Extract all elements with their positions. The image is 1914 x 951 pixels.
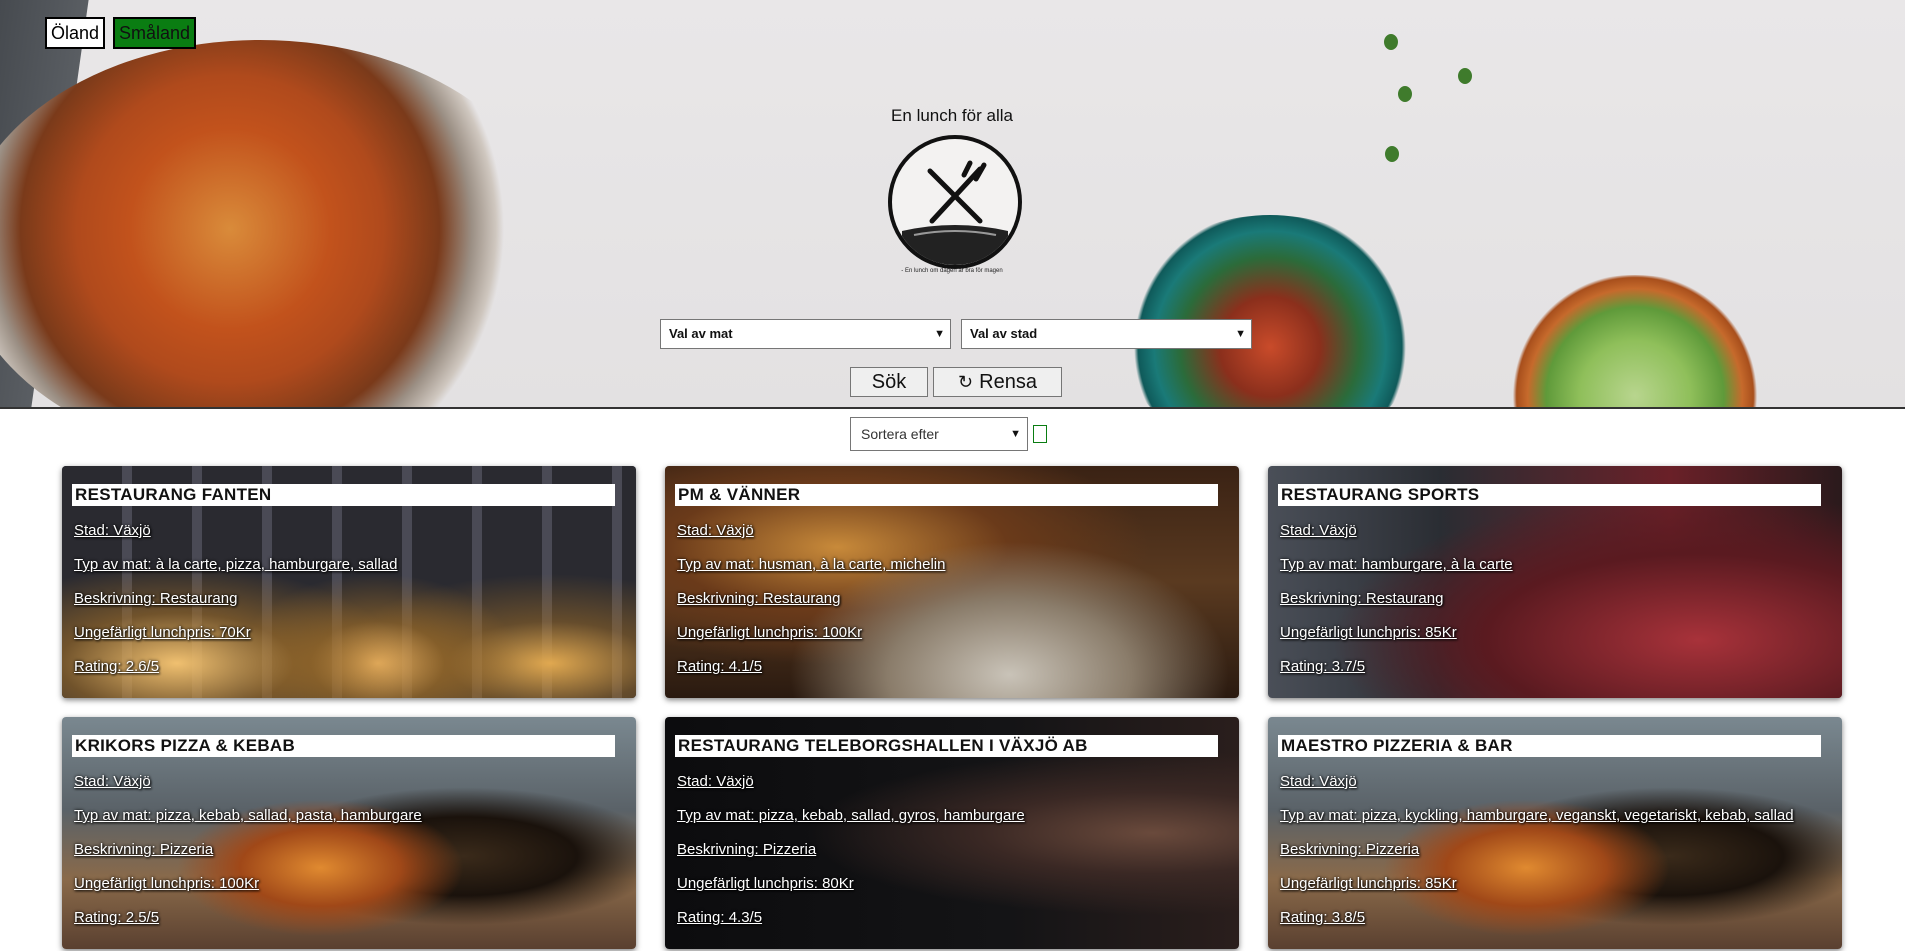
restaurant-name: PM & VÄNNER — [675, 484, 1218, 506]
hero-food-plate — [0, 40, 560, 407]
restaurant-food-link[interactable]: Typ av mat: hamburgare, à la carte — [1280, 556, 1513, 573]
logo-knife-fork-icon — [888, 135, 1022, 269]
restaurant-price-link[interactable]: Ungefärligt lunchpris: 80Kr — [677, 875, 854, 892]
restaurant-name: RESTAURANG SPORTS — [1278, 484, 1821, 506]
restaurant-description-link[interactable]: Beskrivning: Restaurang — [1280, 590, 1443, 607]
restaurant-rating-link[interactable]: Rating: 3.7/5 — [1280, 658, 1365, 675]
sort-order-checkbox[interactable] — [1033, 425, 1047, 443]
restaurant-rating-link[interactable]: Rating: 2.6/5 — [74, 658, 159, 675]
restaurant-description-link[interactable]: Beskrivning: Restaurang — [677, 590, 840, 607]
restaurant-card[interactable]: RESTAURANG SPORTS Stad: Växjö Typ av mat… — [1268, 466, 1842, 698]
restaurant-card[interactable]: RESTAURANG FANTEN Stad: Växjö Typ av mat… — [62, 466, 636, 698]
refresh-icon: ↻ — [958, 372, 974, 392]
restaurant-card[interactable]: MAESTRO PIZZERIA & BAR Stad: Växjö Typ a… — [1268, 717, 1842, 949]
restaurant-food-link[interactable]: Typ av mat: pizza, kebab, sallad, gyros,… — [677, 807, 1025, 824]
restaurant-card[interactable]: RESTAURANG TELEBORGSHALLEN I VÄXJÖ AB St… — [665, 717, 1239, 949]
restaurant-city-link[interactable]: Stad: Växjö — [1280, 522, 1357, 539]
restaurant-description-link[interactable]: Beskrivning: Pizzeria — [74, 841, 213, 858]
restaurant-name: RESTAURANG FANTEN — [72, 484, 615, 506]
chevron-down-icon: ▼ — [1235, 328, 1246, 340]
restaurant-rating-link[interactable]: Rating: 3.8/5 — [1280, 909, 1365, 926]
hero-pea — [1398, 86, 1412, 102]
restaurant-price-link[interactable]: Ungefärligt lunchpris: 70Kr — [74, 624, 251, 641]
hero-pea — [1384, 34, 1398, 50]
restaurant-city-link[interactable]: Stad: Växjö — [677, 773, 754, 790]
sort-select[interactable]: Sortera efter ▼ — [850, 417, 1028, 451]
restaurant-card[interactable]: KRIKORS PIZZA & KEBAB Stad: Växjö Typ av… — [62, 717, 636, 949]
restaurant-food-link[interactable]: Typ av mat: husman, à la carte, michelin — [677, 556, 945, 573]
hero-banner: Öland Småland En lunch för alla - En lun… — [0, 0, 1905, 409]
food-type-select[interactable]: Val av mat ▼ — [660, 319, 951, 349]
hero-salad-bowl — [1495, 275, 1775, 407]
chevron-down-icon: ▼ — [934, 328, 945, 340]
restaurant-city-link[interactable]: Stad: Växjö — [74, 773, 151, 790]
city-select-label: Val av stad — [970, 326, 1038, 341]
restaurant-description-link[interactable]: Beskrivning: Pizzeria — [677, 841, 816, 858]
restaurant-description-link[interactable]: Beskrivning: Restaurang — [74, 590, 237, 607]
logo-title: En lunch för alla — [891, 106, 1013, 125]
restaurant-city-link[interactable]: Stad: Växjö — [677, 522, 754, 539]
hero-pea — [1385, 146, 1399, 162]
clear-button-label: Rensa — [979, 371, 1037, 393]
city-select[interactable]: Val av stad ▼ — [961, 319, 1252, 349]
hero-pea — [1458, 68, 1472, 84]
restaurant-food-link[interactable]: Typ av mat: pizza, kebab, sallad, pasta,… — [74, 807, 422, 824]
sort-select-label: Sortera efter — [861, 426, 939, 442]
restaurant-rating-link[interactable]: Rating: 2.5/5 — [74, 909, 159, 926]
restaurant-price-link[interactable]: Ungefärligt lunchpris: 100Kr — [677, 624, 862, 641]
search-button[interactable]: Sök — [850, 367, 928, 397]
restaurant-city-link[interactable]: Stad: Växjö — [1280, 773, 1357, 790]
restaurant-rating-link[interactable]: Rating: 4.1/5 — [677, 658, 762, 675]
page: Öland Småland En lunch för alla - En lun… — [0, 0, 1914, 951]
restaurant-card[interactable]: PM & VÄNNER Stad: Växjö Typ av mat: husm… — [665, 466, 1239, 698]
hero-food-bowl — [1120, 215, 1420, 407]
region-smaland-button[interactable]: Småland — [113, 17, 197, 49]
restaurant-name: KRIKORS PIZZA & KEBAB — [72, 735, 615, 757]
restaurant-food-link[interactable]: Typ av mat: pizza, kyckling, hamburgare,… — [1280, 807, 1794, 824]
restaurant-price-link[interactable]: Ungefärligt lunchpris: 100Kr — [74, 875, 259, 892]
restaurant-city-link[interactable]: Stad: Växjö — [74, 522, 151, 539]
restaurant-name: MAESTRO PIZZERIA & BAR — [1278, 735, 1821, 757]
region-oland-button[interactable]: Öland — [45, 17, 106, 49]
chevron-down-icon: ▼ — [1010, 428, 1021, 440]
restaurant-food-link[interactable]: Typ av mat: à la carte, pizza, hamburgar… — [74, 556, 398, 573]
restaurant-description-link[interactable]: Beskrivning: Pizzeria — [1280, 841, 1419, 858]
restaurant-name: RESTAURANG TELEBORGSHALLEN I VÄXJÖ AB — [675, 735, 1218, 757]
logo-subtitle: - En lunch om dagen är bra för magen — [901, 268, 1003, 274]
restaurant-rating-link[interactable]: Rating: 4.3/5 — [677, 909, 762, 926]
restaurant-price-link[interactable]: Ungefärligt lunchpris: 85Kr — [1280, 624, 1457, 641]
food-type-select-label: Val av mat — [669, 326, 733, 341]
restaurant-price-link[interactable]: Ungefärligt lunchpris: 85Kr — [1280, 875, 1457, 892]
clear-button[interactable]: ↻ Rensa — [933, 367, 1062, 397]
